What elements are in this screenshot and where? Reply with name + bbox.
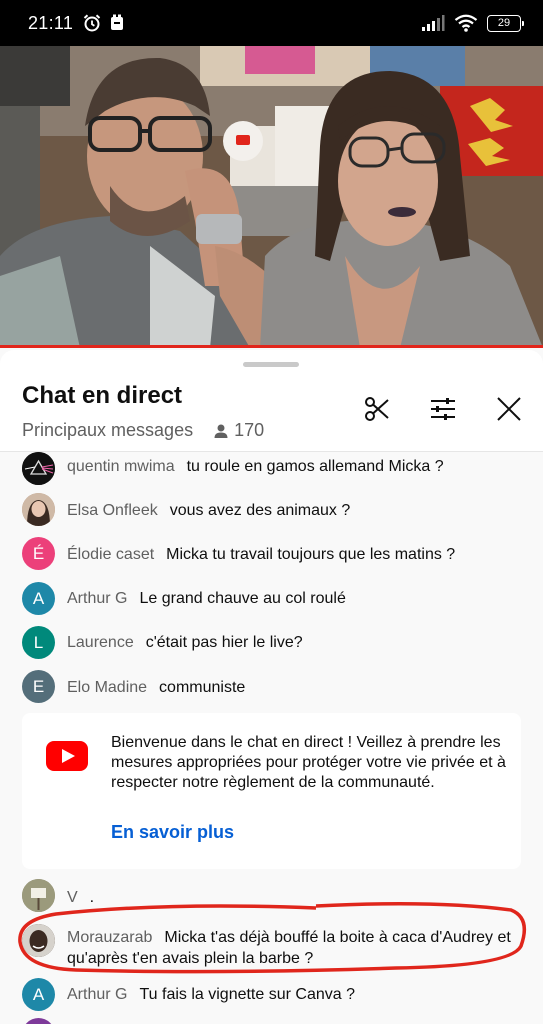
welcome-card: Bienvenue dans le chat en direct ! Veill… [22,713,521,869]
signal-icon [422,15,445,31]
video-player[interactable] [0,46,543,348]
message-content: Laurence c'était pas hier le live? [67,632,532,653]
chat-header: Chat en direct Principaux messages 170 [0,350,543,452]
message-author[interactable]: Arthur G [67,986,127,1003]
message-content: Elsa Onfleek vous avez des animaux ? [67,500,532,521]
message-text: communiste [159,679,246,696]
message-text: tu roule en gamos allemand Micka ? [186,458,444,475]
avatar[interactable] [22,452,55,485]
message-text: Micka tu travail toujours que les matins… [166,546,456,563]
message-content: Arthur G Le grand chauve au col roulé [67,588,532,609]
chat-filter-button[interactable] [428,394,458,424]
message-author[interactable]: Laurence [67,634,134,651]
notification-icon [111,14,124,30]
scissors-icon [365,397,389,421]
status-bar: 21:11 29 [0,0,543,46]
message-text: . [89,889,95,906]
chat-message[interactable]: quentin mwima tu roule en gamos allemand … [22,452,532,485]
message-text: c'était pas hier le live? [145,634,303,651]
message-author[interactable]: quentin mwima [67,458,175,475]
message-author[interactable]: Morauzarab [67,929,152,946]
sign-avatar-icon [22,879,55,912]
welcome-message: Bienvenue dans le chat en direct ! Veill… [111,734,506,791]
message-text: Tu fais la vignette sur Canva ? [139,986,355,1003]
status-left-icons [82,13,125,33]
clip-button[interactable] [362,394,392,424]
photo-avatar-icon [22,493,55,526]
message-content: V. [67,887,532,908]
avatar[interactable] [22,924,55,957]
message-content: quentin mwima tu roule en gamos allemand … [67,456,532,477]
message-author[interactable]: Élodie caset [67,546,154,563]
viewer-count: 170 [213,420,264,441]
message-author[interactable]: V [67,889,78,906]
message-content: Élodie caset Micka tu travail toujours qu… [67,544,532,565]
message-content: Morauzarab Micka t'as déjà bouffé la boit… [67,927,532,969]
message-text: Le grand chauve au col roulé [139,590,346,607]
avatar[interactable]: É [22,537,55,570]
filter-sliders-icon [431,398,455,420]
message-author[interactable]: Arthur G [67,590,127,607]
wifi-icon [454,14,478,32]
youtube-logo-icon [46,741,88,771]
message-author[interactable]: Elsa Onfleek [67,502,158,519]
status-time: 21:11 [28,12,74,33]
drag-handle[interactable] [243,362,299,367]
screen: 21:11 29 Chat en direct Principaux messa… [0,0,543,1024]
photo-avatar-icon [22,924,55,957]
video-frame [0,46,543,348]
close-chat-button[interactable] [494,394,524,424]
avatar[interactable]: A [22,978,55,1011]
battery-icon: 29 [487,14,524,32]
alarm-icon [84,14,101,32]
close-icon [497,397,521,421]
message-text: vous avez des animaux ? [169,502,351,519]
video-progress-bar[interactable] [0,345,543,348]
viewer-count-value: 170 [234,420,265,440]
message-author[interactable]: Elo Madine [67,679,147,696]
chat-title: Chat en direct [22,382,183,409]
learn-more-link[interactable]: En savoir plus [111,822,234,843]
avatar[interactable] [22,493,55,526]
battery-level: 29 [497,17,511,29]
avatar[interactable]: L [22,626,55,659]
prism-avatar-icon [22,452,55,485]
message-content: Elo Madine communiste [67,677,532,698]
status-right: 29 [421,14,524,32]
avatar[interactable] [22,879,55,912]
chat-mode-label: Principaux messages [22,420,194,440]
avatar[interactable]: E [22,670,55,703]
avatar[interactable]: A [22,582,55,615]
message-content: Arthur G Tu fais la vignette sur Canva ? [67,984,532,1005]
person-icon [214,424,228,438]
chat-mode-selector[interactable]: Principaux messages 170 [22,420,264,441]
